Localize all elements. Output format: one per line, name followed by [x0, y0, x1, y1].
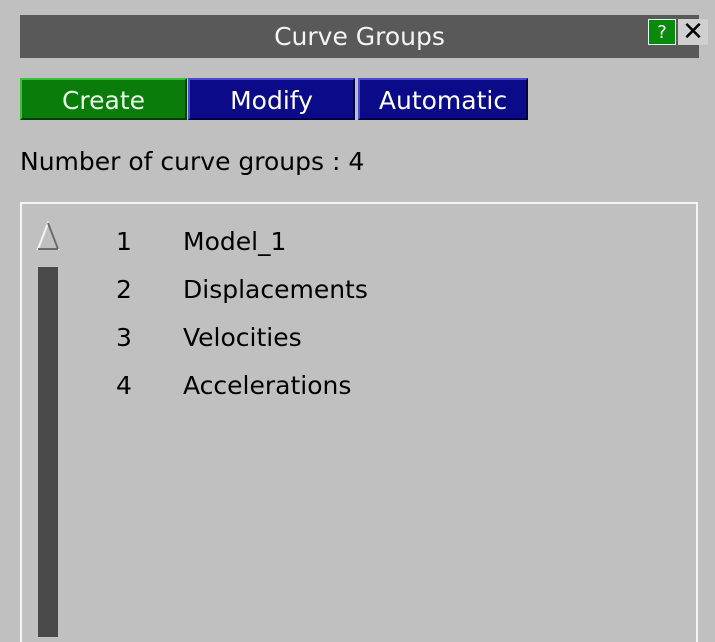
modify-tab[interactable]: Modify: [188, 78, 355, 120]
scrollbar-track[interactable]: [38, 267, 58, 637]
group-number: 3: [116, 323, 132, 352]
group-number: 4: [116, 371, 132, 400]
title-bar: Curve Groups: [20, 15, 699, 58]
group-number: 2: [116, 275, 132, 304]
group-name: Displacements: [183, 275, 368, 304]
close-icon: ✕: [682, 17, 704, 47]
scroll-up-icon[interactable]: [36, 221, 60, 251]
group-number: 1: [116, 227, 132, 256]
group-name: Model_1: [183, 227, 287, 256]
window-title: Curve Groups: [274, 22, 445, 51]
close-button[interactable]: ✕: [678, 19, 708, 45]
create-tab[interactable]: Create: [20, 78, 187, 120]
curve-group-count: Number of curve groups : 4: [20, 147, 365, 176]
automatic-tab[interactable]: Automatic: [358, 78, 528, 120]
group-name: Accelerations: [183, 371, 352, 400]
group-name: Velocities: [183, 323, 302, 352]
help-button[interactable]: ?: [648, 19, 676, 45]
